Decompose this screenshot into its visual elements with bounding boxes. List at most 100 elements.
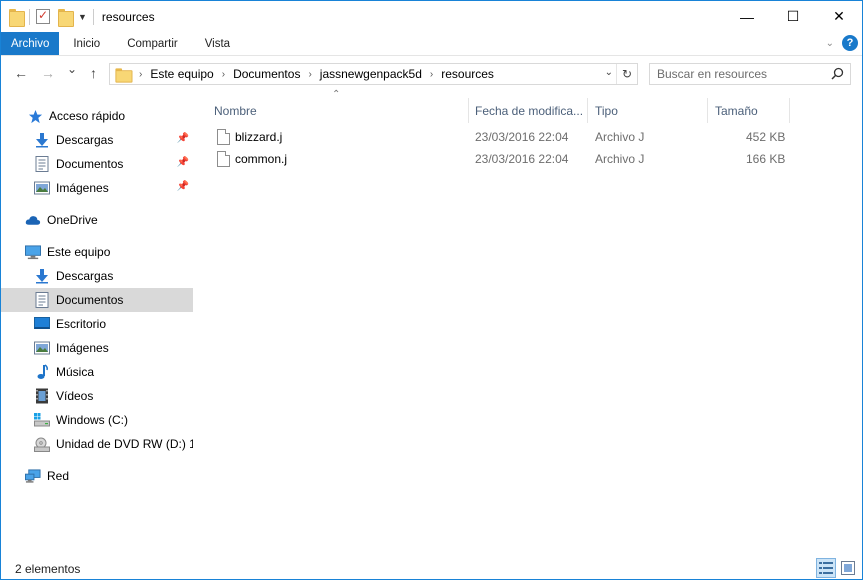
desktop-icon <box>34 316 50 332</box>
new-folder-icon[interactable] <box>58 8 74 27</box>
tab-archivo[interactable]: Archivo <box>1 32 60 55</box>
sidebar-item-label: Este equipo <box>47 245 111 259</box>
navigation-bar: ← → ⌄ ↑ › Este equipo › Documentos › jas… <box>1 56 862 92</box>
sidebar-item-dvd-d[interactable]: Unidad de DVD RW (D:) 1.0 <box>1 432 193 456</box>
dvd-icon <box>34 436 50 452</box>
tab-vista[interactable]: Vista <box>191 32 243 55</box>
sidebar-item-documentos[interactable]: Documentos <box>1 288 193 312</box>
sidebar-item-descargas[interactable]: Descargas <box>1 264 193 288</box>
images-icon <box>34 180 50 196</box>
file-size: 452 KB <box>746 130 786 144</box>
sidebar-item-escritorio[interactable]: Escritorio <box>1 312 193 336</box>
breadcrumb-documentos[interactable]: Documentos <box>233 67 300 81</box>
sidebar-item-label: Red <box>47 469 70 483</box>
sidebar-item-acceso-rapido[interactable]: Acceso rápido <box>1 104 193 128</box>
navigation-pane: Acceso rápido Descargas 📌 Documentos 📌 I… <box>1 92 193 552</box>
sidebar-item-label: Imágenes <box>56 181 109 195</box>
chevron-right-icon[interactable]: › <box>430 69 433 80</box>
refresh-icon[interactable]: ↻ <box>616 64 637 84</box>
maximize-button[interactable]: ☐ <box>770 1 816 32</box>
star-icon <box>27 108 43 124</box>
breadcrumb-este-equipo[interactable]: Este equipo <box>150 67 213 81</box>
search-box[interactable] <box>649 63 851 85</box>
sidebar-item-label: Vídeos <box>56 389 94 403</box>
column-divider[interactable] <box>707 98 708 123</box>
file-icon <box>217 151 230 167</box>
ribbon-actions: ⌄ ? <box>826 35 858 51</box>
file-name: blizzard.j <box>235 130 283 144</box>
details-view-button[interactable] <box>816 558 836 578</box>
up-button[interactable]: ↑ <box>90 65 97 81</box>
file-name: common.j <box>235 152 288 166</box>
sidebar-item-label: Escritorio <box>56 317 107 331</box>
sidebar-item-label: Música <box>56 365 95 379</box>
help-icon[interactable]: ? <box>842 35 858 51</box>
column-divider[interactable] <box>789 98 790 123</box>
minimize-button[interactable]: — <box>724 1 770 32</box>
sidebar-item-label: Imágenes <box>56 341 109 355</box>
address-bar[interactable]: › Este equipo › Documentos › jassnewgenp… <box>109 63 638 85</box>
chevron-right-icon: › <box>139 68 143 80</box>
file-list: ⌃ Nombre Fecha de modifica... Tipo Tamañ… <box>201 89 862 552</box>
title-bar: ▼ resources — ☐ ✕ <box>1 1 862 32</box>
pin-icon[interactable]: 📌 <box>177 157 189 168</box>
file-type: Archivo J <box>595 152 645 166</box>
customize-toolbar-icon[interactable]: ▼ <box>78 12 87 22</box>
column-divider[interactable] <box>587 98 588 123</box>
sidebar-item-label: Acceso rápido <box>49 109 126 123</box>
chevron-right-icon[interactable]: › <box>222 69 225 80</box>
sidebar-item-windows-c[interactable]: Windows (C:) <box>1 408 193 432</box>
video-icon <box>34 388 50 404</box>
search-icon[interactable] <box>831 67 844 80</box>
window-controls: — ☐ ✕ <box>724 1 862 32</box>
close-button[interactable]: ✕ <box>816 1 862 32</box>
download-icon <box>34 132 50 148</box>
back-button[interactable]: ← <box>14 65 28 81</box>
pin-icon[interactable]: 📌 <box>177 181 189 192</box>
sidebar-item-videos[interactable]: Vídeos <box>1 384 193 408</box>
window-title: resources <box>101 9 155 24</box>
music-icon <box>34 364 50 380</box>
large-icons-view-button[interactable] <box>838 558 858 578</box>
file-row-blizzard[interactable]: blizzard.j 23/03/2016 22:04 Archivo J 45… <box>211 126 789 148</box>
properties-icon[interactable] <box>36 8 50 24</box>
sidebar-item-label: Windows (C:) <box>56 413 129 427</box>
document-icon <box>34 156 50 172</box>
sidebar-item-imagenes[interactable]: Imágenes <box>1 336 193 360</box>
sidebar-item-label: Descargas <box>56 269 114 283</box>
file-date: 23/03/2016 22:04 <box>475 130 569 144</box>
column-header-name[interactable]: Nombre <box>214 98 466 123</box>
toolbar-separator <box>29 8 30 25</box>
sidebar-item-label: OneDrive <box>47 213 98 227</box>
download-icon <box>34 268 50 284</box>
folder-icon[interactable] <box>9 8 25 27</box>
search-input[interactable] <box>657 67 827 81</box>
file-date: 23/03/2016 22:04 <box>475 152 569 166</box>
pin-icon[interactable]: 📌 <box>177 133 189 144</box>
address-dropdown-icon[interactable]: ⌄ <box>605 67 613 78</box>
breadcrumb-jassnewgenpack5d[interactable]: jassnewgenpack5d <box>320 67 422 81</box>
column-divider[interactable] <box>468 98 469 123</box>
breadcrumb-resources[interactable]: resources <box>441 67 494 81</box>
recent-locations-button[interactable]: ⌄ <box>67 62 77 76</box>
file-icon <box>217 129 230 145</box>
sidebar-item-onedrive[interactable]: OneDrive <box>1 208 193 232</box>
computer-icon <box>25 244 41 260</box>
drive-icon <box>34 412 50 428</box>
column-header-date[interactable]: Fecha de modifica... <box>475 98 587 123</box>
chevron-right-icon[interactable]: › <box>308 69 311 80</box>
column-header-type[interactable]: Tipo <box>595 98 707 123</box>
file-row-common[interactable]: common.j 23/03/2016 22:04 Archivo J 166 … <box>211 148 789 170</box>
tab-inicio[interactable]: Inicio <box>59 32 113 55</box>
tab-compartir[interactable]: Compartir <box>113 32 190 55</box>
sidebar-item-musica[interactable]: Música <box>1 360 193 384</box>
sidebar-item-documentos-quick[interactable]: Documentos 📌 <box>1 152 193 176</box>
sidebar-item-imagenes-quick[interactable]: Imágenes 📌 <box>1 176 193 200</box>
status-bar: 2 elementos <box>1 557 862 579</box>
sidebar-item-descargas-quick[interactable]: Descargas 📌 <box>1 128 193 152</box>
sidebar-item-este-equipo[interactable]: Este equipo <box>1 240 193 264</box>
column-header-size[interactable]: Tamaño <box>715 98 789 123</box>
expand-ribbon-icon[interactable]: ⌄ <box>826 38 834 49</box>
sidebar-item-red[interactable]: Red <box>1 464 193 488</box>
forward-button[interactable]: → <box>41 65 55 81</box>
